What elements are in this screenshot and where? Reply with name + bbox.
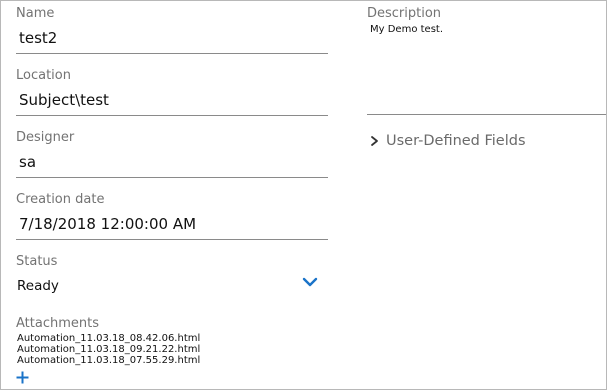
location-value[interactable]: Subject\test (16, 90, 328, 110)
name-underline (16, 53, 328, 54)
status-value[interactable]: Ready (16, 277, 328, 295)
designer-value[interactable]: sa (16, 152, 328, 172)
location-field[interactable]: Location Subject\test (16, 68, 328, 116)
attachments-section: Attachments Automation_11.03.18_08.42.06… (16, 316, 328, 368)
description-label: Description (367, 6, 442, 21)
user-defined-fields-label: User-Defined Fields (386, 133, 526, 149)
status-label: Status (16, 254, 58, 269)
creation-date-value[interactable]: 7/18/2018 12:00:00 AM (16, 214, 328, 234)
test-details-panel: Name test2 Location Subject\test Designe… (0, 0, 607, 390)
location-label: Location (16, 68, 71, 83)
attachment-item[interactable]: Automation_11.03.18_08.42.06.html (17, 333, 328, 344)
creation-date-underline (16, 239, 328, 240)
attachment-item[interactable]: Automation_11.03.18_07.55.29.html (17, 355, 328, 366)
description-value[interactable]: My Demo test. (370, 24, 443, 36)
plus-icon[interactable] (16, 371, 29, 384)
creation-date-field[interactable]: Creation date 7/18/2018 12:00:00 AM (16, 192, 328, 240)
attachment-item[interactable]: Automation_11.03.18_09.21.22.html (17, 344, 328, 355)
description-underline (367, 114, 606, 115)
name-value[interactable]: test2 (16, 28, 328, 48)
name-label: Name (16, 6, 55, 21)
designer-label: Designer (16, 130, 75, 145)
status-dropdown[interactable]: Status Ready (16, 254, 328, 294)
name-field[interactable]: Name test2 (16, 6, 328, 54)
creation-date-label: Creation date (16, 192, 105, 207)
chevron-down-icon[interactable] (302, 276, 318, 288)
user-defined-fields-toggle[interactable]: User-Defined Fields (369, 132, 526, 150)
attachments-list: Automation_11.03.18_08.42.06.html Automa… (16, 333, 328, 366)
designer-underline (16, 177, 328, 178)
attachments-label: Attachments (16, 316, 99, 331)
designer-field[interactable]: Designer sa (16, 130, 328, 178)
location-underline (16, 115, 328, 116)
chevron-right-icon (371, 136, 378, 146)
